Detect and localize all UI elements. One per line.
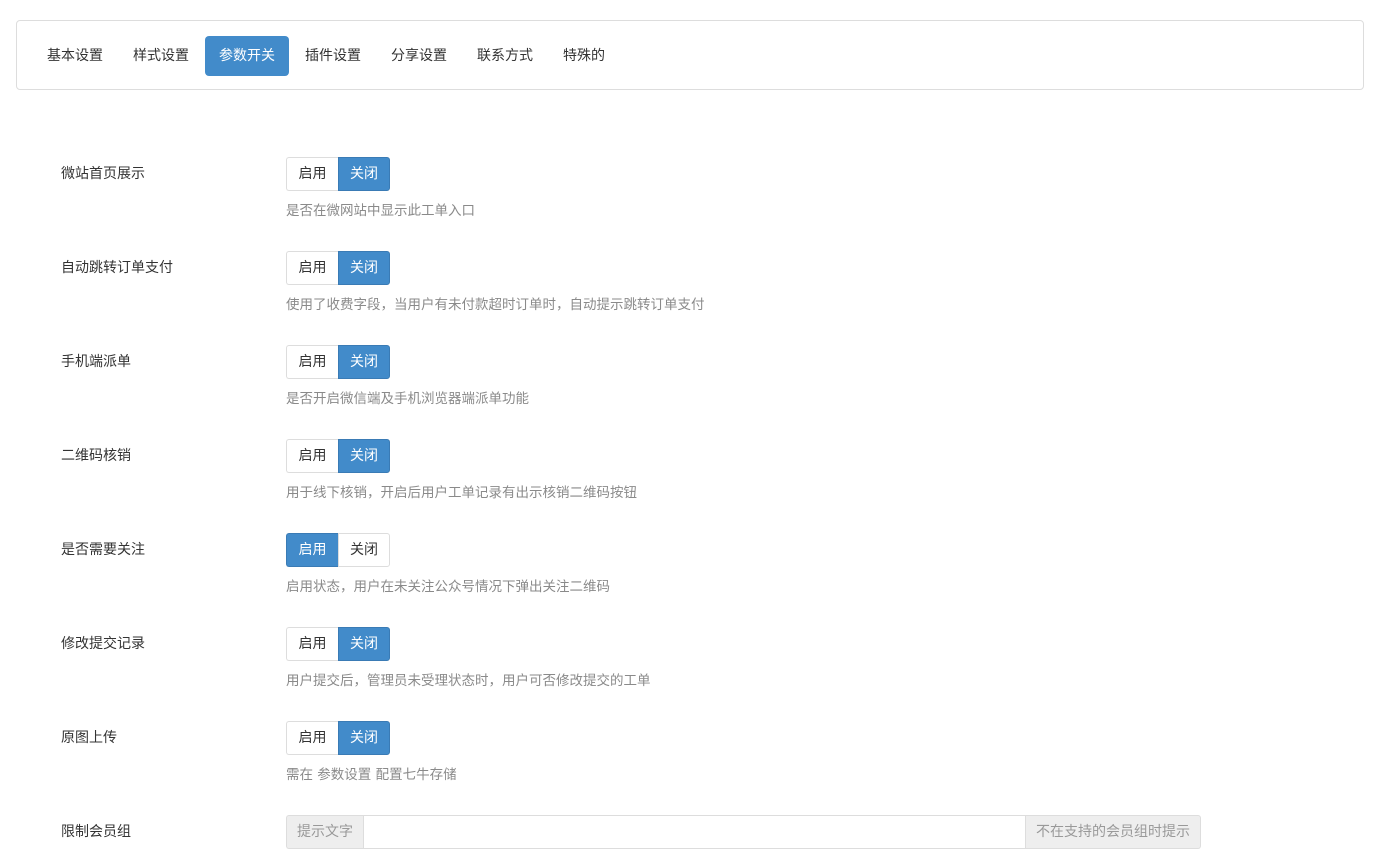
setting-label-qrcode-verify: 二维码核销: [61, 448, 131, 464]
toggle-auto-redirect-payment: 启用 关闭: [286, 251, 390, 285]
setting-label-original-upload: 原图上传: [61, 730, 117, 746]
toggle-off-button[interactable]: 关闭: [338, 533, 390, 567]
toggle-off-button[interactable]: 关闭: [338, 157, 390, 191]
toggle-mobile-dispatch: 启用 关闭: [286, 345, 390, 379]
toggle-homepage-display: 启用 关闭: [286, 157, 390, 191]
tab-contact-info[interactable]: 联系方式: [463, 36, 547, 76]
setting-label-require-follow: 是否需要关注: [61, 542, 145, 558]
setting-help-edit-submission: 用户提交后，管理员未受理状态时，用户可否修改提交的工单: [286, 673, 651, 689]
tab-special[interactable]: 特殊的: [549, 36, 619, 76]
setting-help-homepage-display: 是否在微网站中显示此工单入口: [286, 203, 475, 219]
toggle-on-button[interactable]: 启用: [286, 157, 338, 191]
tab-bar: 基本设置 样式设置 参数开关 插件设置 分享设置 联系方式 特殊的: [33, 36, 619, 76]
setting-help-require-follow: 启用状态，用户在未关注公众号情况下弹出关注二维码: [286, 579, 610, 595]
toggle-edit-submission: 启用 关闭: [286, 627, 390, 661]
tab-share-settings[interactable]: 分享设置: [377, 36, 461, 76]
setting-help-qrcode-verify: 用于线下核销，开启后用户工单记录有出示核销二维码按钮: [286, 485, 637, 501]
member-group-prefix: 提示文字: [286, 815, 363, 849]
toggle-off-button[interactable]: 关闭: [338, 439, 390, 473]
tab-basic-settings[interactable]: 基本设置: [33, 36, 117, 76]
toggle-off-button[interactable]: 关闭: [338, 345, 390, 379]
member-group-input-group: 提示文字 不在支持的会员组时提示: [286, 815, 1201, 849]
setting-label-edit-submission: 修改提交记录: [61, 636, 145, 652]
setting-label-mobile-dispatch: 手机端派单: [61, 354, 131, 370]
setting-help-auto-redirect-payment: 使用了收费字段，当用户有未付款超时订单时，自动提示跳转订单支付: [286, 297, 705, 313]
toggle-off-button[interactable]: 关闭: [338, 251, 390, 285]
member-group-input[interactable]: [363, 815, 1026, 849]
toggle-on-button[interactable]: 启用: [286, 251, 338, 285]
toggle-on-button[interactable]: 启用: [286, 345, 338, 379]
toggle-on-button[interactable]: 启用: [286, 533, 338, 567]
toggle-off-button[interactable]: 关闭: [338, 721, 390, 755]
toggle-on-button[interactable]: 启用: [286, 439, 338, 473]
toggle-off-button[interactable]: 关闭: [338, 627, 390, 661]
tab-plugin-settings[interactable]: 插件设置: [291, 36, 375, 76]
toggle-require-follow: 启用 关闭: [286, 533, 390, 567]
toggle-on-button[interactable]: 启用: [286, 721, 338, 755]
tab-style-settings[interactable]: 样式设置: [119, 36, 203, 76]
tabs-panel: 基本设置 样式设置 参数开关 插件设置 分享设置 联系方式 特殊的: [16, 20, 1364, 90]
member-group-suffix: 不在支持的会员组时提示: [1026, 815, 1201, 849]
toggle-qrcode-verify: 启用 关闭: [286, 439, 390, 473]
setting-help-mobile-dispatch: 是否开启微信端及手机浏览器端派单功能: [286, 391, 529, 407]
tab-parameter-switches[interactable]: 参数开关: [205, 36, 289, 76]
toggle-original-upload: 启用 关闭: [286, 721, 390, 755]
setting-label-homepage-display: 微站首页展示: [61, 166, 145, 182]
toggle-on-button[interactable]: 启用: [286, 627, 338, 661]
setting-label-auto-redirect-payment: 自动跳转订单支付: [61, 260, 173, 276]
setting-help-original-upload: 需在 参数设置 配置七牛存储: [286, 767, 457, 783]
setting-label-member-group: 限制会员组: [61, 824, 131, 840]
